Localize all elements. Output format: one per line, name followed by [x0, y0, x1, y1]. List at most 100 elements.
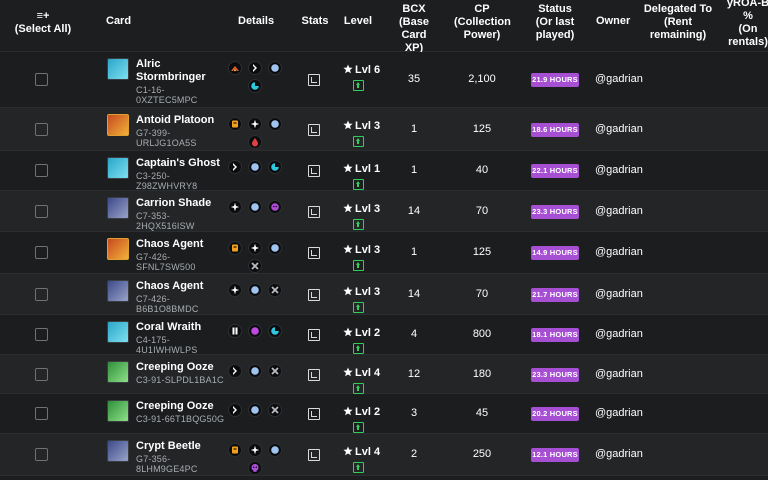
shield-icon[interactable] [248, 160, 262, 174]
swim-icon[interactable] [268, 160, 282, 174]
card-name[interactable]: Captain's Ghost [136, 157, 226, 170]
sneak-icon[interactable] [228, 403, 242, 417]
stats-column-header[interactable]: Stats [300, 15, 330, 28]
card-name[interactable]: Carrion Shade [136, 197, 226, 210]
armor-icon[interactable] [228, 241, 242, 255]
skull-icon[interactable] [248, 461, 262, 475]
row-select-checkbox[interactable] [35, 367, 48, 381]
cross-icon[interactable] [248, 259, 262, 273]
table-row[interactable]: Crypt Beetle G7-356- 8LHM9GE4PC Lvl 4 2 250 12… [0, 434, 768, 476]
status-column-header[interactable]: Status (Or last played) [530, 3, 580, 42]
stats-chart-icon[interactable] [308, 74, 320, 86]
cross-icon[interactable] [268, 283, 282, 297]
stats-chart-icon[interactable] [308, 123, 320, 136]
armor-icon[interactable] [228, 443, 242, 457]
upgrade-arrow-icon[interactable] [353, 80, 364, 91]
stats-chart-icon[interactable] [308, 205, 320, 218]
shield-icon[interactable] [268, 61, 282, 75]
table-row[interactable]: Captain's Ghost C3-250- Z98ZWHVRY8 Lvl 1 1 40… [0, 151, 768, 191]
magic-icon[interactable] [248, 324, 262, 338]
table-row[interactable]: Creeping Ooze C3-91-66T1BQG50G Lvl 2 3 45 20.… [0, 394, 768, 434]
card-name[interactable]: Chaos Agent [136, 280, 226, 293]
upgrade-arrow-icon[interactable] [353, 383, 364, 394]
swim-icon[interactable] [268, 324, 282, 338]
bcx-column-header[interactable]: BCX (Base Card XP) [388, 3, 440, 55]
sneak-icon[interactable] [228, 160, 242, 174]
row-select-checkbox[interactable] [35, 164, 48, 177]
card-thumbnail[interactable] [107, 58, 129, 80]
shield-icon[interactable] [248, 200, 262, 214]
upgrade-arrow-icon[interactable] [353, 422, 364, 433]
table-row[interactable]: Coral Wraith C4-175- 4U1IWHWLPS Lvl 2 4 800 18… [0, 315, 768, 355]
table-row[interactable]: Chaos Agent C7-426- B6B1O8BMDC Lvl 3 14 70 21.… [0, 274, 768, 315]
card-name[interactable]: Alric Stormbringer [136, 58, 226, 84]
card-name[interactable]: Chaos Agent [136, 238, 226, 251]
row-select-checkbox[interactable] [35, 448, 48, 461]
select-all-header[interactable]: ≡+ (Select All) [8, 10, 78, 36]
shield-icon[interactable] [248, 283, 262, 297]
bloodlust-icon[interactable] [248, 135, 262, 149]
stats-chart-icon[interactable] [308, 449, 320, 461]
card-thumbnail[interactable] [107, 280, 129, 302]
card-column-header[interactable]: Card [106, 15, 131, 28]
pause-icon[interactable] [228, 324, 242, 338]
stats-chart-icon[interactable] [308, 247, 320, 259]
dodge-icon[interactable] [228, 200, 242, 214]
delegated-column-header[interactable]: Delegated To (Rent remaining) [642, 3, 714, 42]
row-select-checkbox[interactable] [35, 287, 48, 301]
card-thumbnail[interactable] [107, 238, 129, 260]
armor-icon[interactable] [228, 117, 242, 131]
owner-name[interactable]: @gadrian [595, 368, 643, 380]
owner-name[interactable]: @gadrian [595, 288, 643, 300]
dodge-icon[interactable] [248, 117, 262, 131]
level-column-header[interactable]: Level [343, 15, 373, 28]
card-thumbnail[interactable] [107, 400, 129, 422]
table-row[interactable]: Antoid Platoon G7-399- URLJG1OA5S Lvl 3 1 125… [0, 108, 768, 151]
row-select-checkbox[interactable] [35, 122, 48, 136]
card-thumbnail[interactable] [107, 361, 129, 383]
upgrade-arrow-icon[interactable] [353, 260, 364, 271]
card-name[interactable]: Coral Wraith [136, 321, 226, 334]
row-select-checkbox[interactable] [35, 204, 48, 218]
stats-chart-icon[interactable] [308, 288, 320, 301]
card-thumbnail[interactable] [107, 157, 129, 179]
cross-icon[interactable] [268, 364, 282, 378]
card-name[interactable]: Crypt Beetle [136, 440, 226, 453]
stats-chart-icon[interactable] [308, 368, 320, 381]
stats-chart-icon[interactable] [308, 165, 320, 177]
select-all-label[interactable]: (Select All) [8, 23, 78, 36]
owner-name[interactable]: @gadrian [595, 164, 643, 176]
yroab-column-header[interactable]: yROA-B % (On rentals) [724, 0, 768, 49]
shield-icon[interactable] [248, 364, 262, 378]
stats-chart-icon[interactable] [308, 329, 320, 341]
shield-icon[interactable] [268, 117, 282, 131]
card-thumbnail[interactable] [107, 197, 129, 219]
dodge-icon[interactable] [248, 443, 262, 457]
card-name[interactable]: Creeping Ooze [136, 400, 226, 413]
details-column-header[interactable]: Details [238, 15, 274, 28]
owner-name[interactable]: @gadrian [595, 73, 643, 85]
card-name[interactable]: Creeping Ooze [136, 361, 226, 374]
stats-chart-icon[interactable] [308, 408, 320, 420]
row-select-checkbox[interactable] [35, 407, 48, 420]
dodge-icon[interactable] [248, 241, 262, 255]
owner-name[interactable]: @gadrian [595, 448, 643, 460]
upgrade-arrow-icon[interactable] [353, 219, 364, 230]
upgrade-arrow-icon[interactable] [353, 302, 364, 313]
shield-icon[interactable] [268, 443, 282, 457]
owner-name[interactable]: @gadrian [595, 123, 643, 135]
select-all-icon[interactable]: ≡+ [8, 10, 78, 23]
upgrade-arrow-icon[interactable] [353, 462, 364, 473]
owner-name[interactable]: @gadrian [595, 407, 643, 419]
table-row[interactable]: Alric Stormbringer C1-16- 0XZTEC5MPC Lvl 6 35… [0, 52, 768, 108]
shield-icon[interactable] [248, 403, 262, 417]
table-row[interactable]: Carrion Shade C7-353- 2HQX516ISW Lvl 3 14 70 2… [0, 191, 768, 232]
row-select-checkbox[interactable] [35, 73, 48, 86]
fire-blast-icon[interactable] [228, 61, 242, 75]
shield-icon[interactable] [268, 241, 282, 255]
spirit-icon[interactable] [268, 200, 282, 214]
dodge-icon[interactable] [228, 283, 242, 297]
table-row[interactable]: Creeping Ooze C3-91-SLPDL1BA1C Lvl 4 12 180 2… [0, 355, 768, 394]
table-row[interactable]: Chaos Agent G7-426- SFNL7SW500 Lvl 3 1 125 14.… [0, 232, 768, 274]
card-thumbnail[interactable] [107, 440, 129, 462]
